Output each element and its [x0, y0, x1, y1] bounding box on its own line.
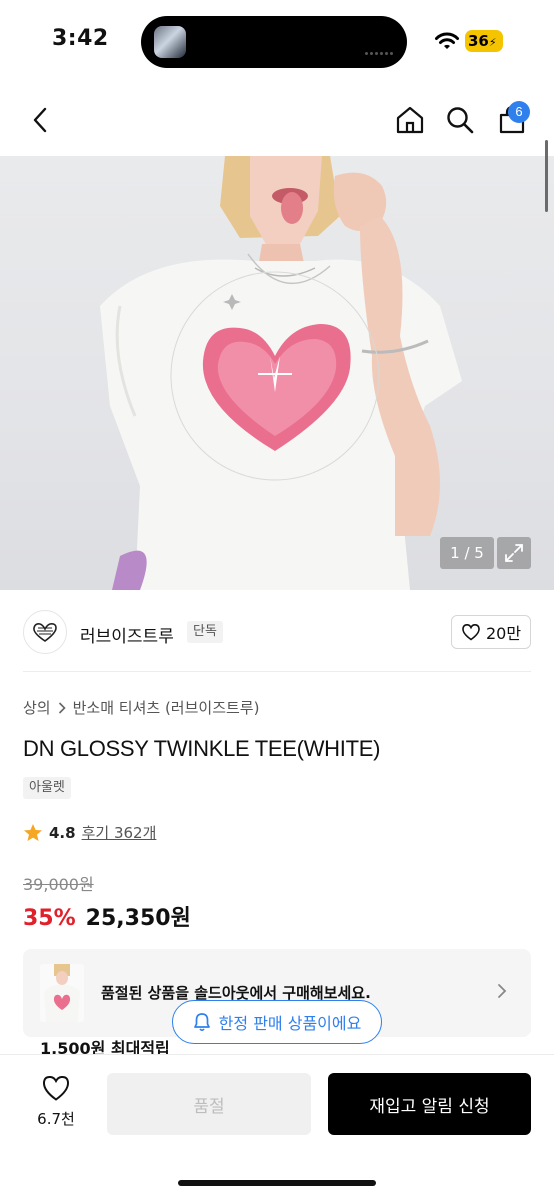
- breadcrumb: 상의 반소매 티셔츠 (러브이즈트루): [23, 697, 259, 718]
- wifi-icon: [435, 32, 459, 49]
- battery-level: 36: [468, 32, 489, 50]
- charging-bolt-icon: ⚡: [488, 36, 497, 49]
- brand-heart-logo-icon: [33, 623, 57, 642]
- restock-alert-button[interactable]: 재입고 알림 신청: [328, 1073, 531, 1135]
- breadcrumb-category[interactable]: 상의: [23, 697, 51, 718]
- dynamic-island: [141, 16, 407, 68]
- breadcrumb-subcategory[interactable]: 반소매 티셔츠 (러브이즈트루): [73, 697, 260, 718]
- brand-name-link[interactable]: 러브이즈트루: [80, 622, 174, 647]
- chevron-right-icon: [498, 984, 507, 998]
- divider: [23, 671, 531, 672]
- brand-like-count: 20만: [485, 624, 522, 643]
- image-counter: 1 / 5: [440, 537, 494, 569]
- battery-indicator: 36⚡: [465, 30, 503, 52]
- home-indicator: [178, 1180, 376, 1186]
- original-price: 39,000원: [23, 875, 94, 894]
- brand-like-button[interactable]: 20만: [451, 615, 531, 649]
- rating-row: 4.8 후기 362개: [23, 822, 156, 843]
- exclusive-badge: 단독: [187, 621, 223, 643]
- outlet-tag: 아울렛: [23, 777, 71, 799]
- bell-icon: [193, 1013, 210, 1032]
- reviews-link[interactable]: 후기 362개: [82, 822, 157, 843]
- product-photo: [100, 156, 462, 590]
- heart-outline-icon: [42, 1075, 70, 1101]
- home-icon: [396, 106, 424, 134]
- chevron-left-icon: [33, 107, 47, 133]
- product-image-gallery[interactable]: [0, 156, 554, 590]
- price-row: 35% 25,350원: [23, 900, 191, 932]
- status-bar: 3:42 36⚡: [0, 0, 554, 84]
- wishlist-count: 6.7천: [37, 1110, 75, 1128]
- brand-logo[interactable]: [23, 610, 67, 654]
- star-icon: [24, 823, 42, 841]
- product-title: DN GLOSSY TWINKLE TEE(WHITE): [23, 736, 381, 761]
- limited-edition-badge[interactable]: 한정 판매 상품이에요: [172, 1000, 382, 1044]
- soldout-button[interactable]: 품절: [107, 1073, 311, 1135]
- top-nav-bar: [0, 90, 554, 152]
- home-button[interactable]: [392, 102, 428, 138]
- scroll-indicator: [545, 140, 548, 212]
- search-icon: [447, 107, 474, 134]
- rating-score: 4.8: [49, 823, 76, 842]
- back-button[interactable]: [22, 102, 58, 138]
- soldout-thumbnail: [40, 964, 84, 1022]
- status-time: 3:42: [52, 26, 109, 51]
- discount-rate: 35%: [23, 906, 76, 931]
- expand-image-button[interactable]: [497, 537, 531, 569]
- expand-icon: [505, 544, 523, 562]
- cart-count-badge: 6: [508, 101, 530, 123]
- activity-dots-icon: [365, 40, 407, 55]
- wishlist-button[interactable]: 6.7천: [30, 1074, 82, 1129]
- limited-edition-text: 한정 판매 상품이에요: [218, 1014, 362, 1033]
- sale-price: 25,350원: [85, 906, 191, 931]
- now-playing-thumbnail: [154, 26, 186, 58]
- heart-outline-icon: [462, 623, 480, 641]
- chevron-right-icon: [58, 701, 66, 714]
- search-button[interactable]: [442, 102, 478, 138]
